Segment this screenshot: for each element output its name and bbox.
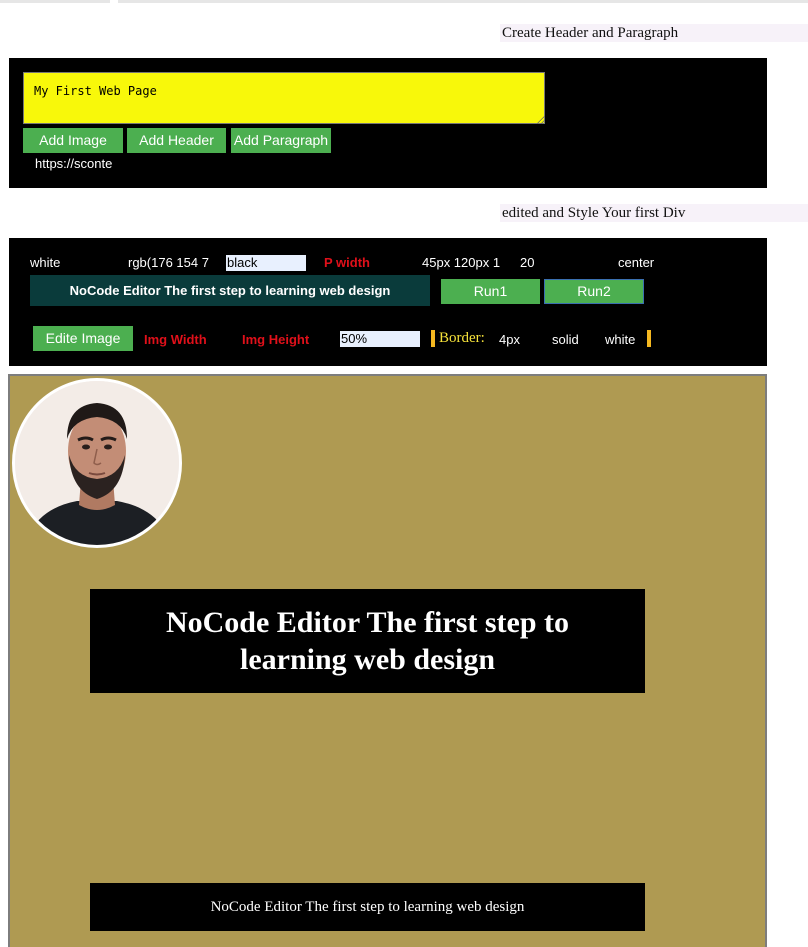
header-text-input[interactable] <box>23 72 545 124</box>
add-image-button[interactable]: Add Image <box>23 128 123 153</box>
img-width-label: Img Width <box>144 332 207 347</box>
border-radius-input[interactable] <box>340 331 420 347</box>
text-color-field[interactable]: white <box>30 255 60 270</box>
background-color-field[interactable]: rgb(176 154 7 <box>128 255 210 270</box>
padding-field[interactable]: 45px 120px 1 <box>422 255 504 270</box>
style-panel: white rgb(176 154 7 P width 45px 120px 1… <box>9 238 767 366</box>
font-color-input[interactable] <box>226 255 306 271</box>
p-width-label: P width <box>324 255 370 270</box>
style-preview-text: NoCode Editor The first step to learning… <box>30 275 430 306</box>
browser-edge <box>0 0 808 6</box>
border-label: Border: <box>439 330 485 346</box>
edit-image-button[interactable]: Edite Image <box>33 326 133 351</box>
text-align-field[interactable]: center <box>618 255 654 270</box>
section-title-style: edited and Style Your first Div <box>500 204 808 222</box>
add-paragraph-button[interactable]: Add Paragraph <box>231 128 331 153</box>
border-group-start-marker <box>431 330 435 347</box>
textarea-resize-handle[interactable] <box>537 116 545 124</box>
tab-strip-edge-right <box>118 0 808 3</box>
border-style-field[interactable]: solid <box>552 332 579 347</box>
preview-paragraph: NoCode Editor The first step to learning… <box>90 883 645 931</box>
create-panel: Add Image Add Header Add Paragraph https… <box>9 58 767 188</box>
section-title-create: Create Header and Paragraph <box>500 24 808 42</box>
font-size-field[interactable]: 20 <box>520 255 534 270</box>
run1-button[interactable]: Run1 <box>441 279 540 304</box>
border-width-field[interactable]: 4px <box>499 332 520 347</box>
border-group-end-marker <box>647 330 651 347</box>
border-color-field[interactable]: white <box>605 332 635 347</box>
add-header-button[interactable]: Add Header <box>127 128 226 153</box>
img-height-label: Img Height <box>242 332 310 347</box>
run2-button[interactable]: Run2 <box>544 279 644 304</box>
profile-image <box>12 378 182 548</box>
preview-header: NoCode Editor The first step to learning… <box>90 589 645 693</box>
image-url-text[interactable]: https://sconte <box>35 156 112 171</box>
profile-photo <box>15 381 179 545</box>
tab-strip-edge-left <box>0 0 110 3</box>
preview-div: NoCode Editor The first step to learning… <box>8 374 767 947</box>
